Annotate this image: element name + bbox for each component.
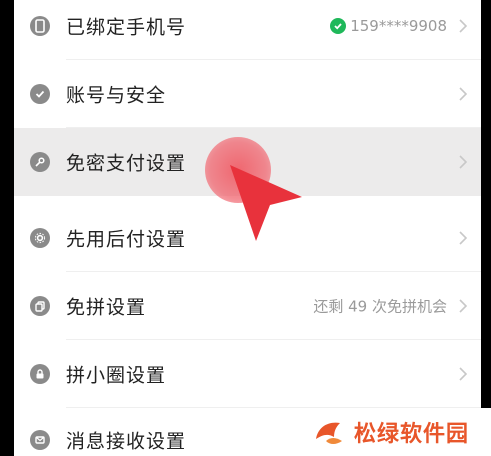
chevron-right-icon	[459, 231, 468, 245]
chevron-right-icon	[459, 299, 468, 313]
phone-icon	[30, 16, 50, 36]
phone-number: 159****9908	[350, 17, 447, 35]
gear-icon	[30, 228, 50, 248]
settings-item-label: 先用后付设置	[66, 228, 187, 251]
shield-check-icon	[30, 84, 50, 104]
chevron-right-icon	[459, 155, 468, 169]
chevron-right-icon	[459, 87, 468, 101]
chevron-right-icon	[459, 19, 468, 33]
settings-item-label: 免拼设置	[66, 296, 147, 319]
settings-item-bound-phone[interactable]: 已绑定手机号 159****9908	[14, 0, 481, 60]
settings-item-label: 账号与安全	[66, 84, 167, 107]
copy-icon	[30, 296, 50, 316]
red-pointer-arrow-icon	[230, 165, 302, 241]
settings-item-label: 拼小圈设置	[66, 364, 167, 387]
settings-item-label: 消息接收设置	[66, 430, 187, 453]
settings-screen: 已绑定手机号 159****9908 账号与安全 免密支付设置 先用后付设置 免…	[14, 0, 481, 456]
watermark: 松绿软件园	[292, 408, 491, 456]
message-icon	[30, 430, 50, 450]
verified-check-icon	[330, 18, 347, 34]
lock-icon	[30, 364, 50, 384]
bound-phone-value: 159****9908	[330, 17, 447, 35]
settings-item-skip-group-buy[interactable]: 免拼设置 还剩 49 次免拼机会	[14, 272, 481, 340]
settings-item-label: 免密支付设置	[66, 152, 187, 175]
watermark-logo-icon	[316, 422, 342, 444]
settings-item-moments-circle[interactable]: 拼小圈设置	[14, 340, 481, 408]
settings-item-label: 已绑定手机号	[66, 16, 187, 39]
watermark-text: 松绿软件园	[354, 422, 470, 447]
skip-chances-remaining: 还剩 49 次免拼机会	[313, 297, 447, 316]
settings-item-account-security[interactable]: 账号与安全	[14, 60, 481, 128]
chevron-right-icon	[459, 367, 468, 381]
key-icon	[30, 152, 50, 172]
